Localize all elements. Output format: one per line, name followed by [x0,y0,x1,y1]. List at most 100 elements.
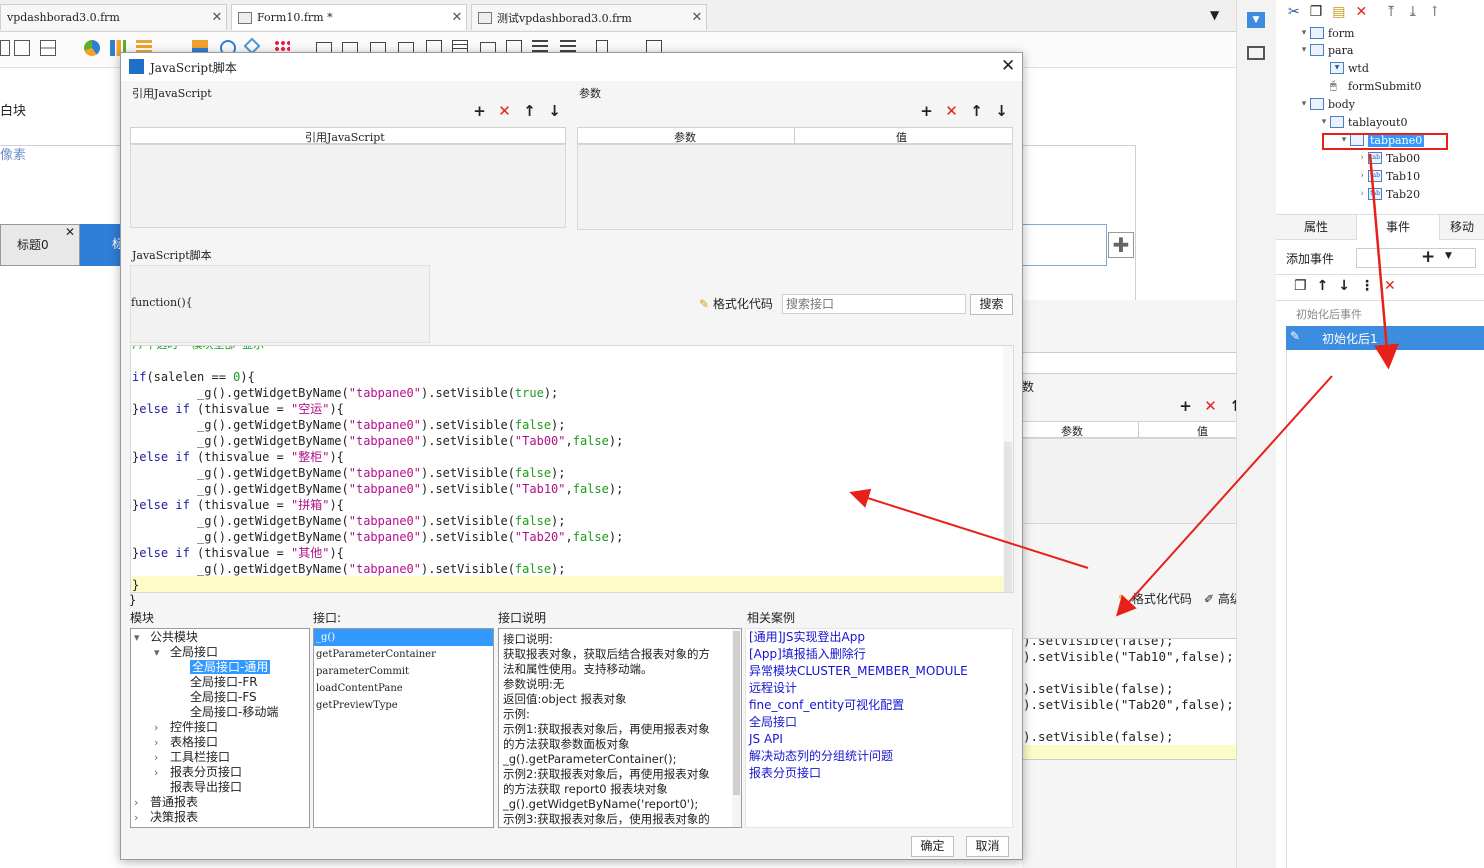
related-case-link[interactable]: JS API [749,731,783,748]
tree-node-wtd[interactable]: ▼ wtd [1318,59,1369,77]
module-tree-item[interactable]: 全局接口-FS [174,690,257,705]
tab-mobile[interactable]: 移动 [1440,215,1484,241]
delete-icon[interactable]: ✕ [496,102,513,120]
related-case-link[interactable]: 异常模块CLUSTER_MEMBER_MODULE [749,663,968,680]
related-case-link[interactable]: fine_conf_entity可视化配置 [749,697,904,714]
module-tree-item[interactable]: 全局接口-FR [174,675,258,690]
doc-tab-vpdashborad[interactable]: vpdashborad3.0.frm ✕ [0,4,227,30]
module-tree-item[interactable]: ▾ 全局接口 [154,645,218,660]
cancel-button[interactable]: 取消 [966,836,1009,857]
move-top-icon[interactable]: ⤒ [1385,4,1397,20]
code-scrollbar[interactable] [1003,346,1013,592]
api-list-item[interactable]: parameterCommit [316,663,409,680]
pie-chart-icon[interactable] [84,40,100,56]
tree-node-tab10[interactable]: › tab Tab10 [1356,167,1420,185]
canvas-tab-title[interactable]: 标题0 ✕ [0,224,80,266]
paste-icon[interactable]: ▤ [1332,4,1345,20]
tab-events[interactable]: 事件 [1356,215,1440,241]
expand-arrow-icon[interactable]: › [134,795,150,810]
expand-arrow-icon[interactable]: ▾ [134,630,150,645]
format-code-button[interactable]: ✎ 格式化代码 [699,295,773,312]
move-up-icon[interactable]: ↑ [521,102,538,120]
grid-layout-icon[interactable] [40,40,56,56]
close-icon[interactable]: ✕ [65,225,75,239]
module-tree-item[interactable]: 报表导出接口 [154,780,242,795]
api-list-item[interactable]: getParameterContainer [316,646,436,663]
tree-node-para[interactable]: ▾ para [1298,41,1354,59]
tree-node-formsubmit[interactable]: 🖱 formSubmit0 [1318,77,1421,95]
related-case-link[interactable]: 解决动态列的分组统计问题 [749,748,893,765]
split-layout-icon[interactable] [14,40,30,56]
tree-node-body[interactable]: ▾ body [1298,95,1355,113]
close-icon[interactable]: ✕ [448,10,466,25]
tree-node-tab00[interactable]: › tab Tab00 [1356,149,1420,167]
add-tab-icon[interactable]: ✚ [1108,232,1134,258]
cut-icon[interactable]: ✂ [1288,4,1300,20]
move-down-icon[interactable]: ↓ [546,102,563,120]
module-tree-item[interactable]: 全局接口-通用 [174,660,271,675]
expand-arrow-icon[interactable]: › [154,735,170,750]
format-code-button[interactable]: ✎ 格式化代码 [1118,590,1192,607]
move-down-icon[interactable]: ↓ [993,102,1010,120]
event-type-select[interactable]: ⌄ [1022,352,1270,374]
related-case-link[interactable]: 远程设计 [749,680,797,697]
ok-button[interactable]: 确定 [911,836,954,857]
tab-properties[interactable]: 属性 [1276,215,1356,241]
widget-panel-icon[interactable]: ▼ [1247,12,1265,28]
add-icon[interactable]: + [1177,397,1194,415]
module-tree-item[interactable]: › 决策报表 [134,810,198,825]
add-icon[interactable]: + [471,102,488,120]
event-code-preview[interactable]: ).setVisible(false); ).setVisible("Tab10… [1022,638,1270,760]
move-down-icon[interactable]: ↓ [1338,278,1350,294]
add-icon[interactable]: + [918,102,935,120]
module-tree-item[interactable]: › 表格接口 [154,735,218,750]
module-tree-item[interactable]: › 控件接口 [154,720,218,735]
close-icon[interactable]: ✕ [1001,56,1015,76]
move-up-icon[interactable]: ↑ [968,102,985,120]
expand-arrow-icon[interactable]: ▾ [154,645,170,660]
api-list-item[interactable]: getPreviewType [316,697,398,714]
module-tree-item[interactable]: › 工具栏接口 [154,750,230,765]
related-case-link[interactable]: 全局接口 [749,714,797,731]
related-case-link[interactable]: 报表分页接口 [749,765,821,782]
search-button[interactable]: 搜索 [970,294,1013,315]
scrollbar-thumb[interactable] [733,631,740,795]
related-case-link[interactable]: [App]填报插入删除行 [749,646,866,663]
module-tree-item[interactable]: › 普通报表 [134,795,198,810]
expand-arrow-icon[interactable]: › [154,765,170,780]
tree-node-form[interactable]: ▾ form [1298,24,1355,42]
desc-scrollbar[interactable] [732,629,741,827]
js-code-editor[interactable]: //不选时 模块全部 显示 if(salelen == 0){ _g().get… [130,345,1014,593]
copy-icon[interactable]: ❐ [1310,4,1323,20]
module-tree-item[interactable]: › 报表分页接口 [154,765,242,780]
more-icon[interactable]: ⋮ [1360,278,1374,294]
canvas-tab-active[interactable]: 标 [80,224,124,266]
move-bottom-icon[interactable]: ⤓ [1407,4,1419,20]
api-list-item[interactable]: _g() [314,629,493,646]
expand-arrow-icon[interactable]: › [134,810,150,825]
tree-node-tab20[interactable]: › tab Tab20 [1356,185,1420,203]
delete-icon[interactable]: ✕ [943,102,960,120]
event-item-after-init[interactable]: ✎ 初始化后1 [1286,326,1484,350]
close-icon[interactable]: ✕ [208,10,226,25]
module-tree-item[interactable]: ▾ 公共模块 [134,630,198,645]
move-up-icon[interactable]: ↑ [1429,4,1441,20]
add-event-dropdown[interactable]: + ▼ [1356,247,1476,268]
delete-icon[interactable]: ✕ [1356,4,1368,20]
module-tree-item[interactable]: 全局接口-移动端 [174,705,278,720]
search-api-input[interactable] [782,294,966,314]
doc-tab-form10[interactable]: Form10.frm * ✕ [231,4,467,30]
copy-icon[interactable]: ❐ [1294,278,1307,294]
delete-icon[interactable]: ✕ [1202,397,1219,415]
doc-tab-test[interactable]: 测试vpdashborad3.0.frm ✕ [471,4,707,30]
params-table-body[interactable] [577,144,1013,230]
layout-icon[interactable] [0,40,10,56]
api-list-item[interactable]: loadContentPane [316,680,403,697]
close-icon[interactable]: ✕ [688,10,706,25]
tree-node-tablayout[interactable]: ▾ tablayout0 [1318,113,1408,131]
layout-panel-icon[interactable] [1247,46,1265,60]
ref-js-table-body[interactable] [130,144,566,228]
expand-arrow-icon[interactable]: › [154,720,170,735]
delete-icon[interactable]: ✕ [1384,278,1396,294]
move-up-icon[interactable]: ↑ [1317,278,1329,294]
